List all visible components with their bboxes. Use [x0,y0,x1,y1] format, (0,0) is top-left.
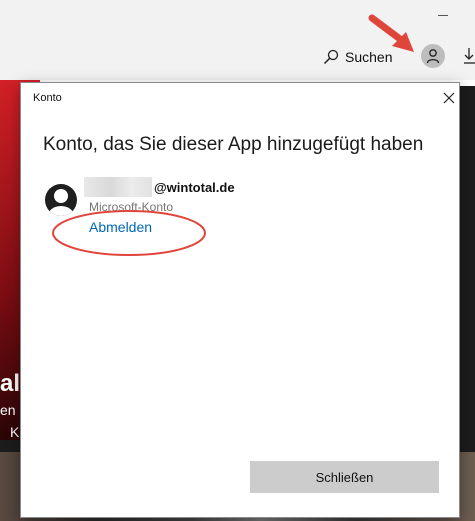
dialog-title: Konto [33,92,62,104]
download-icon[interactable] [463,47,475,65]
background-hero-subtext: en [0,402,16,418]
background-hero-text: al [0,370,21,397]
dialog-heading: Konto, das Sie dieser App hinzugefügt ha… [43,134,424,155]
signout-link[interactable]: Abmelden [89,219,152,235]
account-dialog: Konto Konto, das Sie dieser App hinzugef… [20,82,460,518]
search-icon [323,49,339,65]
dialog-close-button[interactable] [439,88,459,108]
close-icon [443,92,455,104]
close-dialog-button[interactable]: Schließen [250,461,439,493]
app-top-bar: Suchen [0,0,475,80]
account-button[interactable] [421,44,445,68]
user-icon [426,49,440,64]
account-email: @wintotal.de [154,180,235,195]
minimize-button[interactable] [438,15,448,16]
email-redacted [84,177,152,197]
background-hero-caption: K [10,424,20,440]
annotation-arrow [368,14,414,52]
